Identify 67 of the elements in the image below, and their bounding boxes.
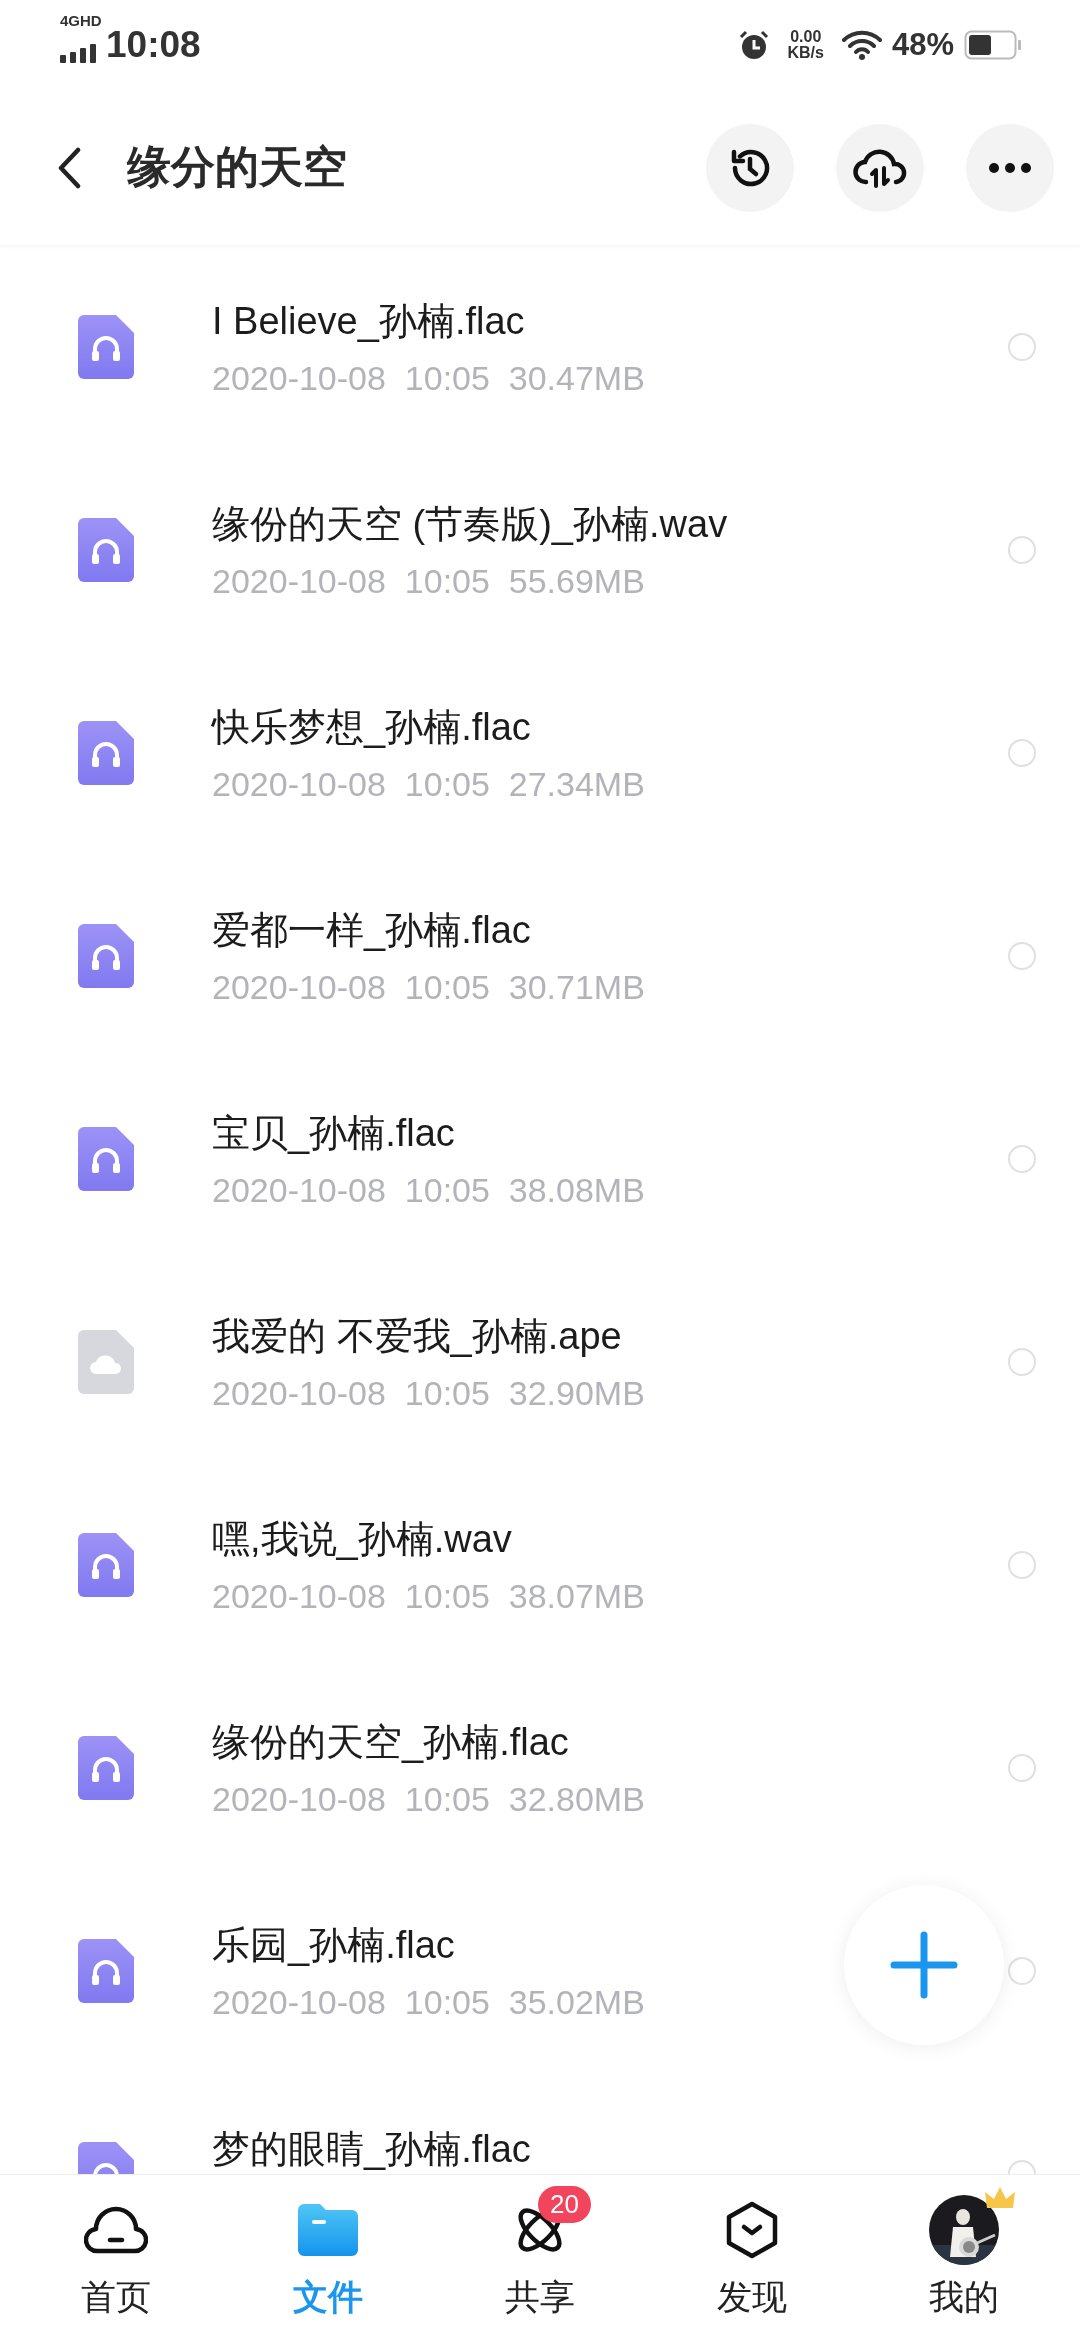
audio-file-icon [78, 720, 134, 785]
alarm-icon [737, 29, 770, 61]
audio-file-icon [78, 923, 134, 988]
file-name: 爱都一样_孙楠.flac [212, 907, 531, 953]
file-details: 2020-10-08 10:05 32.90MB [212, 1373, 645, 1413]
signal-icon [60, 43, 96, 63]
file-row[interactable]: 缘份的天空 (节奏版)_孙楠.wav 2020-10-08 10:05 55.69MB [0, 448, 1080, 651]
cloud-icon [84, 2205, 148, 2255]
audio-file-icon [78, 1938, 134, 2003]
file-details: 2020-10-08 10:05 30.47MB [212, 358, 645, 398]
file-row[interactable]: 嘿,我说_孙楠.wav 2020-10-08 10:05 38.07MB [0, 1463, 1080, 1666]
network-speed: 0.00 [790, 29, 822, 45]
file-row[interactable]: 爱都一样_孙楠.flac 2020-10-08 10:05 30.71MB [0, 854, 1080, 1057]
select-radio[interactable] [1008, 738, 1036, 767]
file-details: 2020-10-08 10:05 30.71MB [212, 967, 645, 1007]
file-name: 我爱的 不爱我_孙楠.ape [212, 1313, 622, 1359]
select-radio[interactable] [1008, 1753, 1036, 1782]
network-label: 4GHD [60, 12, 102, 29]
file-row[interactable]: I Believe_孙楠.flac 2020-10-08 10:05 30.47MB [0, 245, 1080, 448]
file-name: 乐园_孙楠.flac [212, 1922, 455, 1968]
folder-icon [298, 2204, 358, 2256]
select-radio[interactable] [1008, 332, 1036, 361]
nav-tab[interactable]: 20 共享 [434, 2175, 646, 2340]
plus-icon [889, 1930, 959, 2000]
file-row[interactable]: 我爱的 不爱我_孙楠.ape 2020-10-08 10:05 32.90MB [0, 1260, 1080, 1463]
crown-icon [985, 2186, 1015, 2210]
nav-tab[interactable]: 我的 [858, 2175, 1070, 2340]
file-details: 2020-10-08 10:05 32.80MB [212, 1779, 645, 1819]
back-icon[interactable] [56, 146, 82, 189]
hexagon-icon [725, 2201, 779, 2259]
file-name: I Believe_孙楠.flac [212, 298, 525, 344]
file-name: 缘份的天空_孙楠.flac [212, 1719, 569, 1765]
file-row[interactable]: 缘份的天空_孙楠.flac 2020-10-08 10:05 32.80MB [0, 1666, 1080, 1869]
select-radio[interactable] [1008, 1550, 1036, 1579]
battery-icon [964, 30, 1022, 60]
file-details: 2020-10-08 10:05 38.08MB [212, 1170, 645, 1210]
select-radio[interactable] [1008, 1144, 1036, 1173]
audio-file-icon [78, 1735, 134, 1800]
file-name: 梦的眼睛_孙楠.flac [212, 2126, 531, 2172]
file-details: 2020-10-08 10:05 38.07MB [212, 1576, 645, 1616]
wifi-icon [841, 29, 882, 61]
notification-badge: 20 [538, 2186, 591, 2223]
battery-percent: 48% [891, 27, 954, 63]
file-row[interactable]: 宝贝_孙楠.flac 2020-10-08 10:05 38.08MB [0, 1057, 1080, 1260]
file-row[interactable]: 快乐梦想_孙楠.flac 2020-10-08 10:05 27.34MB [0, 651, 1080, 854]
file-details: 2020-10-08 10:05 55.69MB [212, 561, 645, 601]
clock-time: 10:08 [106, 24, 201, 66]
audio-file-icon [78, 314, 134, 379]
nav-tab[interactable]: 发现 [646, 2175, 858, 2340]
file-details: 2020-10-08 10:05 35.02MB [212, 1982, 645, 2022]
more-icon [988, 161, 1032, 174]
select-radio[interactable] [1008, 1956, 1036, 1985]
file-name: 宝贝_孙楠.flac [212, 1110, 455, 1156]
audio-file-icon [78, 517, 134, 582]
audio-file-icon [78, 1126, 134, 1191]
select-radio[interactable] [1008, 1347, 1036, 1376]
nav-tab[interactable]: 首页 [10, 2175, 222, 2340]
file-name: 快乐梦想_孙楠.flac [212, 704, 531, 750]
select-radio[interactable] [1008, 941, 1036, 970]
cloud-file-icon [78, 1329, 134, 1394]
audio-file-icon [78, 1532, 134, 1597]
file-name: 缘份的天空 (节奏版)_孙楠.wav [212, 501, 728, 547]
file-name: 嘿,我说_孙楠.wav [212, 1516, 512, 1562]
folder-title: 缘分的天空 [127, 141, 347, 193]
select-radio[interactable] [1008, 535, 1036, 564]
file-details: 2020-10-08 10:05 27.34MB [212, 764, 645, 804]
speed-unit: KB/s [787, 45, 824, 61]
